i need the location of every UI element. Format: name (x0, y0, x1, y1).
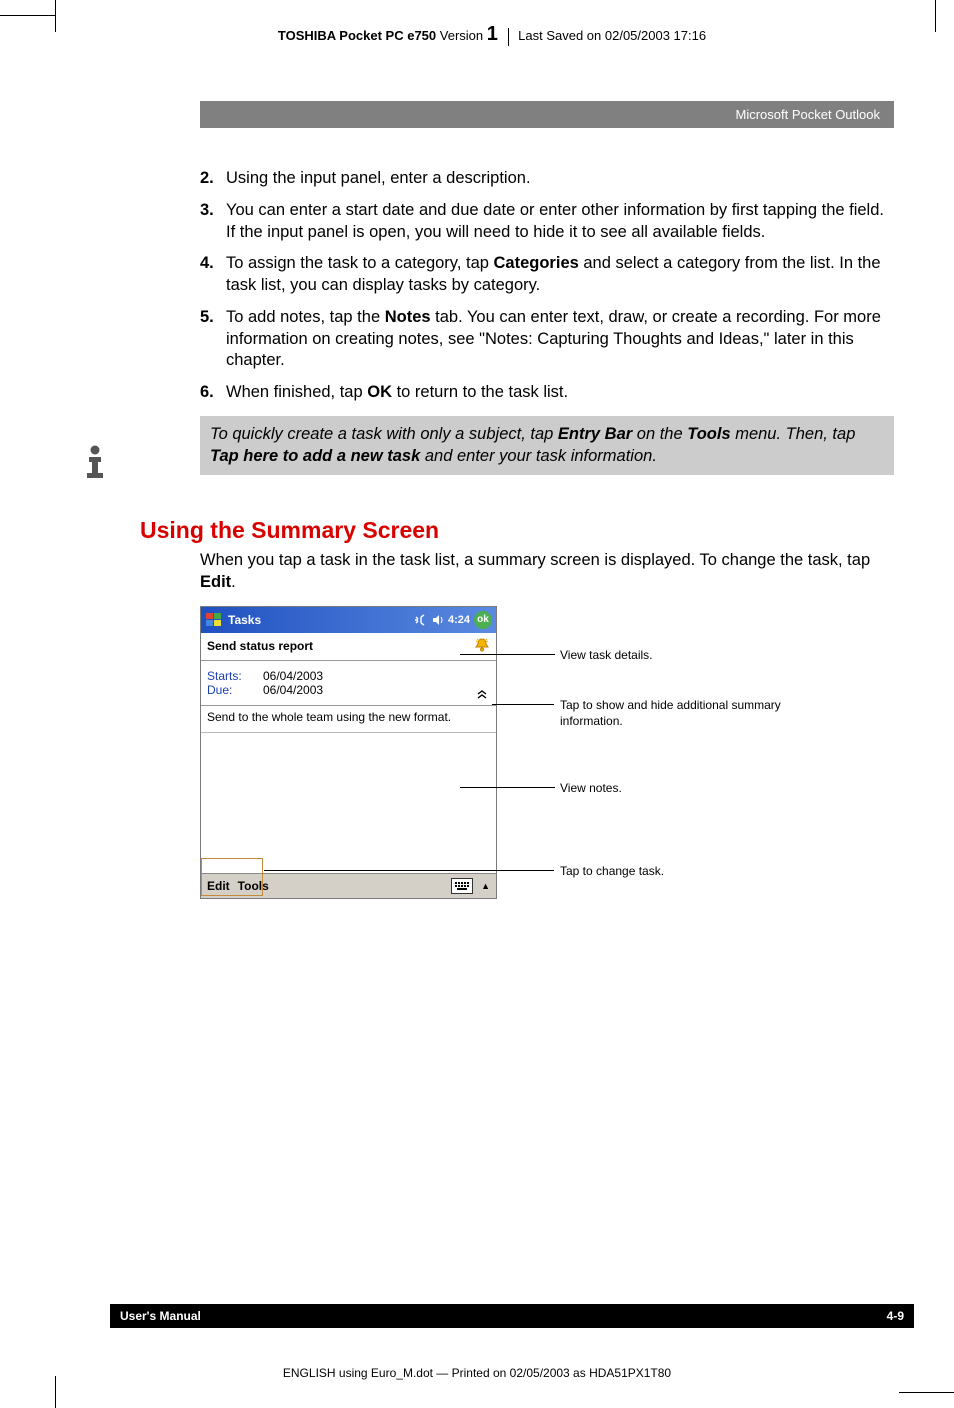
section-paragraph: When you tap a task in the task list, a … (200, 550, 894, 594)
version-number: 1 (487, 23, 498, 45)
pda-details-pane: Starts:06/04/2003 Due:06/04/2003 (201, 661, 496, 705)
ok-button[interactable]: ok (474, 611, 492, 629)
callout-view-notes: View notes. (560, 781, 622, 797)
callout-toggle-summary: Tap to show and hide additional summary … (560, 698, 781, 729)
starts-label: Starts: (207, 669, 263, 683)
pda-note-text: Send to the whole team using the new for… (201, 706, 496, 732)
step-6: 6. When finished, tap OK to return to th… (200, 382, 894, 404)
chevron-up-icon[interactable] (476, 688, 488, 703)
info-icon (75, 443, 115, 483)
pda-subject-row[interactable]: Send status report (201, 633, 496, 661)
pda-screenshot: Tasks 4:24 ok Send status report (200, 606, 497, 899)
step-2: 2. Using the input panel, enter a descri… (200, 168, 894, 190)
footer-bar: User's Manual 4-9 (110, 1304, 914, 1328)
product-name: TOSHIBA Pocket PC e750 (278, 28, 436, 43)
version-label: Version (440, 28, 483, 43)
pda-clock: 4:24 (448, 614, 470, 626)
pda-app-title: Tasks (228, 613, 261, 627)
speaker-icon (432, 614, 444, 626)
callout-change-task: Tap to change task. (560, 864, 664, 880)
pda-notes-area[interactable] (201, 732, 496, 873)
section-heading: Using the Summary Screen (140, 517, 894, 544)
chapter-band: Microsoft Pocket Outlook (200, 101, 894, 128)
signal-icon (414, 614, 428, 626)
arrow-up-icon[interactable]: ▲ (481, 881, 490, 891)
footer-left: User's Manual (120, 1309, 201, 1323)
pda-subject-text: Send status report (207, 639, 313, 653)
last-saved: Last Saved on 02/05/2003 17:16 (518, 28, 706, 43)
due-label: Due: (207, 683, 263, 697)
tip-box: To quickly create a task with only a sub… (200, 416, 894, 476)
step-3: 3. You can enter a start date and due da… (200, 200, 894, 244)
step-4: 4. To assign the task to a category, tap… (200, 253, 894, 297)
running-header: TOSHIBA Pocket PC e750 Version 1 Last Sa… (70, 23, 914, 46)
windows-flag-icon (205, 611, 223, 629)
edit-callout-box (201, 858, 263, 896)
footer-print-info: ENGLISH using Euro_M.dot — Printed on 02… (0, 1366, 954, 1380)
step-5: 5. To add notes, tap the Notes tab. You … (200, 307, 894, 372)
separator (508, 28, 509, 46)
pda-titlebar[interactable]: Tasks 4:24 ok (201, 607, 496, 633)
keyboard-icon[interactable] (451, 878, 473, 894)
callout-view-details: View task details. (560, 648, 653, 664)
step-list: 2. Using the input panel, enter a descri… (200, 168, 894, 404)
footer-page: 4-9 (887, 1309, 904, 1323)
